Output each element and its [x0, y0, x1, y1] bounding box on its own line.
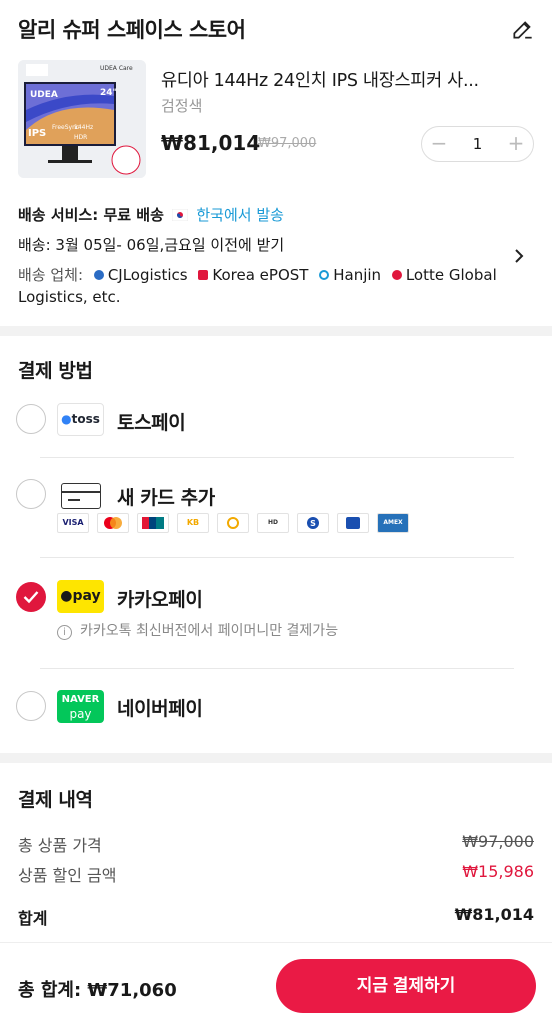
store-header: 알리 슈퍼 스페이스 스토어 — [0, 0, 552, 56]
summary-row-total-price: 총 상품 가격 ₩97,000 — [18, 832, 534, 856]
thumb-brand-care: UDEA Care — [100, 65, 133, 72]
svg-text:S: S — [310, 519, 316, 528]
payment-label-new-card: 새 카드 추가 — [117, 487, 215, 509]
summary-total-label: 합계 — [18, 909, 48, 928]
payment-option-kakaopay[interactable]: ●pay 카카오페이 — [0, 580, 552, 620]
carriers: 배송 업체: CJLogistics Korea ePOST Hanjin Lo… — [18, 264, 518, 308]
delivery-estimate: 배송: 3월 05일- 06일,금요일 이전에 받기 — [18, 236, 285, 254]
summary-row-discount: 상품 할인 금액 ₩15,986 — [18, 862, 534, 886]
toss-logo-icon: ●toss — [57, 403, 104, 436]
lotte-card-icon — [337, 513, 369, 533]
info-icon: i — [57, 625, 72, 640]
separator — [40, 457, 514, 458]
radio-kakaopay-checked[interactable] — [16, 582, 46, 612]
carrier-name: Hanjin — [333, 266, 382, 284]
toss-logo-text: toss — [71, 412, 100, 426]
amex-icon: AMEX — [377, 513, 409, 533]
thumb-brand: UDEA — [30, 90, 58, 100]
kb-card-icon: KB — [177, 513, 209, 533]
radio-toss[interactable] — [16, 404, 46, 434]
section-divider — [0, 326, 552, 336]
naverpay-logo-bottom: pay — [69, 707, 92, 721]
separator — [40, 557, 514, 558]
naverpay-logo-top: NAVER — [61, 694, 100, 705]
summary-value-original: ₩97,000 — [462, 832, 534, 851]
plus-icon[interactable]: + — [505, 133, 527, 155]
kakaopay-note-text: 카카오톡 최신버전에서 페이머니만 결제가능 — [80, 623, 339, 639]
thumb-size: 24" — [100, 88, 118, 98]
shipping-info[interactable]: 배송 서비스: 무료 배송 한국에서 발송 배송: 3월 05일- 06일,금요… — [0, 198, 552, 316]
radio-new-card[interactable] — [16, 479, 46, 509]
kakaopay-logo-text: pay — [72, 588, 101, 604]
check-icon — [23, 591, 39, 604]
summary-label: 상품 할인 금액 — [18, 866, 117, 885]
grand-total: 총 합계: ₩71,060 — [18, 980, 177, 1001]
shipping-service-label: 배송 서비스: — [18, 206, 99, 224]
unionpay-icon — [137, 513, 169, 533]
thumb-panel: IPS — [28, 128, 47, 139]
carrier-name: Lotte — [405, 266, 445, 284]
product-variant: 검정색 — [161, 97, 203, 115]
product-row: UDEA UDEA Care 24" IPS FreeSync 144Hz HD… — [0, 56, 552, 186]
radio-naverpay[interactable] — [16, 691, 46, 721]
product-thumbnail[interactable]: UDEA UDEA Care 24" IPS FreeSync 144Hz HD… — [18, 60, 146, 178]
product-price: ₩81,014 — [161, 131, 261, 155]
carriers-label: 배송 업체: — [18, 266, 84, 284]
kakaopay-note: i 카카오톡 최신버전에서 페이머니만 결제가능 — [57, 620, 338, 640]
shipping-service: 배송 서비스: 무료 배송 한국에서 발송 — [18, 204, 284, 225]
mastercard-icon — [97, 513, 129, 533]
summary-section-title: 결제 내역 — [18, 789, 93, 811]
naverpay-logo-icon: NAVER pay — [57, 690, 104, 723]
nh-card-icon — [217, 513, 249, 533]
cj-logo-icon — [93, 270, 104, 280]
summary-total-row: 합계 ₩81,014 — [18, 905, 534, 929]
hanjin-logo-icon — [319, 270, 330, 280]
credit-card-icon — [61, 483, 101, 509]
payment-option-new-card[interactable]: 새 카드 추가 — [0, 477, 552, 517]
quantity-stepper: − 1 + — [421, 126, 534, 162]
payment-label-toss: 토스페이 — [117, 412, 186, 434]
epost-logo-icon — [198, 270, 209, 280]
section-divider — [0, 753, 552, 763]
korea-flag-icon — [171, 208, 189, 222]
hyundai-card-icon: HD — [257, 513, 289, 533]
card-brands: VISA KB HD S AMEX — [57, 513, 417, 535]
product-original-price: ₩97,000 — [258, 136, 317, 151]
chevron-right-icon[interactable] — [512, 246, 526, 266]
lotte-logo-icon — [391, 270, 402, 280]
summary-total-value: ₩81,014 — [454, 905, 534, 924]
thumb-refresh: 144Hz — [74, 124, 94, 131]
summary-value-discount: ₩15,986 — [462, 862, 534, 881]
store-name: 알리 슈퍼 스페이스 스토어 — [18, 18, 246, 42]
carrier-name: Korea ePOST — [212, 266, 309, 284]
shipping-origin: 한국에서 발송 — [196, 206, 284, 224]
checkout-bar: 총 합계: ₩71,060 지금 결제하기 — [0, 942, 552, 1024]
shinhan-card-icon: S — [297, 513, 329, 533]
product-title[interactable]: 유디아 144Hz 24인치 IPS 내장스피커 사... — [161, 67, 531, 92]
payment-label-naverpay: 네이버페이 — [117, 698, 203, 720]
payment-section-title: 결제 방법 — [18, 360, 93, 382]
kakaopay-logo-icon: ●pay — [57, 580, 104, 613]
shipping-service-value: 무료 배송 — [103, 206, 164, 224]
payment-label-kakaopay: 카카오페이 — [117, 589, 203, 611]
separator — [40, 668, 514, 669]
pencil-icon[interactable] — [510, 16, 536, 42]
payment-option-toss[interactable]: ●toss 토스페이 — [0, 400, 552, 440]
payment-option-naverpay[interactable]: NAVER pay 네이버페이 — [0, 689, 552, 729]
pay-now-button[interactable]: 지금 결제하기 — [276, 959, 536, 1013]
thumb-hdr: HDR — [74, 134, 88, 141]
summary-label: 총 상품 가격 — [18, 836, 102, 855]
visa-icon: VISA — [57, 513, 89, 533]
carrier-name: CJLogistics — [107, 266, 188, 284]
